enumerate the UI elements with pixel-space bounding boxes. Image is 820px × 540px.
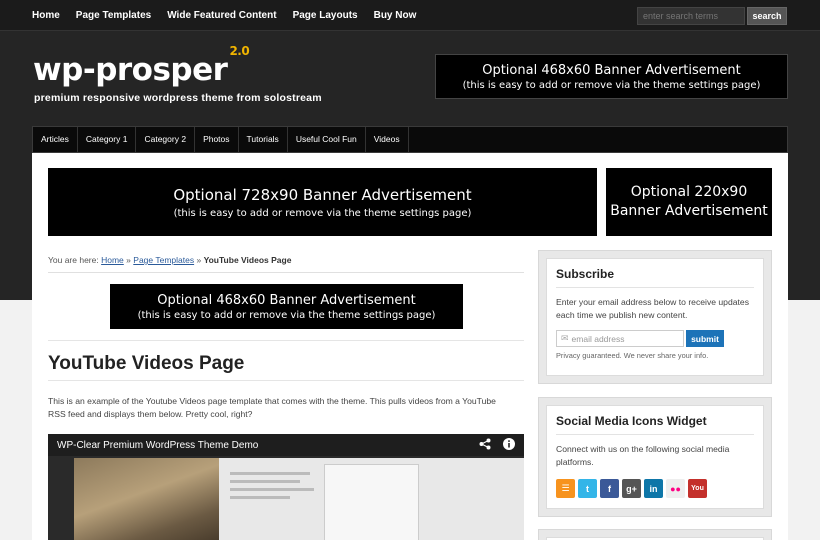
banner-728-line2: (this is easy to add or remove via the t… xyxy=(173,207,472,219)
banner-220-ad[interactable]: Optional 220x90 Banner Advertisement xyxy=(606,168,772,236)
top-nav-page-templates[interactable]: Page Templates xyxy=(76,10,151,21)
top-bar: Home Page Templates Wide Featured Conten… xyxy=(0,0,820,31)
top-nav-page-layouts[interactable]: Page Layouts xyxy=(293,10,358,21)
subscribe-title: Subscribe xyxy=(556,267,754,288)
top-nav: Home Page Templates Wide Featured Conten… xyxy=(32,0,432,31)
subscribe-text: Enter your email address below to receiv… xyxy=(556,297,749,320)
logo-version: 2.0 xyxy=(229,43,250,58)
social-media-widget: Social Media Icons Widget Connect with u… xyxy=(538,397,772,517)
site-logo[interactable]: wp-prosper2.0 xyxy=(33,45,250,88)
page-title: YouTube Videos Page xyxy=(48,340,524,381)
social-widget-title: Social Media Icons Widget xyxy=(556,414,754,435)
cat-nav-videos[interactable]: Videos xyxy=(366,127,409,152)
video-thumbnail xyxy=(74,458,524,540)
email-placeholder: email address xyxy=(571,333,625,344)
video-player[interactable]: WP-Clear Premium WordPress Theme Demo xyxy=(48,434,524,540)
thumbnail-text-line xyxy=(230,472,310,475)
sidebar-widget xyxy=(538,529,772,540)
breadcrumb-home[interactable]: Home xyxy=(101,255,124,265)
youtube-icon[interactable]: You xyxy=(688,479,707,498)
banner-468-line2: (this is easy to add or remove via the t… xyxy=(137,309,436,321)
flickr-icon[interactable]: ●● xyxy=(666,479,685,498)
banner-468-ad[interactable]: Optional 468x60 Banner Advertisement (th… xyxy=(110,284,463,329)
video-title-bar: WP-Clear Premium WordPress Theme Demo xyxy=(48,434,524,456)
share-icon[interactable] xyxy=(479,438,491,453)
logo-text: wp-prosper xyxy=(33,52,228,88)
top-nav-buy-now[interactable]: Buy Now xyxy=(374,10,417,21)
thumbnail-sidebar xyxy=(324,464,419,540)
header-banner-line2: (this is easy to add or remove via the t… xyxy=(462,79,761,91)
rss-icon[interactable]: ☰ xyxy=(556,479,575,498)
search-button[interactable]: search xyxy=(747,7,787,25)
social-icons-row: ☰ t f g+ in ●● You xyxy=(556,479,754,498)
top-nav-wide-featured[interactable]: Wide Featured Content xyxy=(167,10,276,21)
banner-728-line1: Optional 728x90 Banner Advertisement xyxy=(173,185,472,204)
banner-220-line2: Banner Advertisement xyxy=(610,203,768,219)
linkedin-icon[interactable]: in xyxy=(644,479,663,498)
breadcrumb-separator: » xyxy=(196,255,202,265)
category-nav: Articles Category 1 Category 2 Photos Tu… xyxy=(32,126,788,153)
search-form: search xyxy=(637,7,787,25)
breadcrumb-separator: » xyxy=(126,255,131,265)
search-input[interactable] xyxy=(637,7,745,25)
breadcrumb-prefix: You are here: xyxy=(48,255,99,265)
breadcrumb: You are here: Home » Page Templates » Yo… xyxy=(48,255,524,273)
page-intro: This is an example of the Youtube Videos… xyxy=(48,396,496,419)
subscribe-widget: Subscribe Enter your email address below… xyxy=(538,250,772,384)
header-banner-ad[interactable]: Optional 468x60 Banner Advertisement (th… xyxy=(435,54,788,99)
header-banner-line1: Optional 468x60 Banner Advertisement xyxy=(482,62,741,78)
cat-nav-category-1[interactable]: Category 1 xyxy=(78,127,137,152)
info-icon[interactable] xyxy=(503,437,515,453)
thumbnail-text-line xyxy=(230,488,314,491)
banner-728-ad[interactable]: Optional 728x90 Banner Advertisement (th… xyxy=(48,168,597,236)
top-nav-home[interactable]: Home xyxy=(32,10,60,21)
email-field[interactable]: ✉ email address xyxy=(556,330,684,347)
cat-nav-photos[interactable]: Photos xyxy=(195,127,239,152)
social-widget-text: Connect with us on the following social … xyxy=(556,444,730,467)
cat-nav-tutorials[interactable]: Tutorials xyxy=(239,127,288,152)
site-tagline: premium responsive wordpress theme from … xyxy=(34,92,322,104)
video-title[interactable]: WP-Clear Premium WordPress Theme Demo xyxy=(57,440,467,451)
facebook-icon[interactable]: f xyxy=(600,479,619,498)
breadcrumb-page-templates[interactable]: Page Templates xyxy=(133,255,194,265)
subscribe-form: ✉ email address submit xyxy=(556,330,754,347)
google-plus-icon[interactable]: g+ xyxy=(622,479,641,498)
cat-nav-category-2[interactable]: Category 2 xyxy=(136,127,196,152)
twitter-icon[interactable]: t xyxy=(578,479,597,498)
cat-nav-articles[interactable]: Articles xyxy=(33,127,78,152)
breadcrumb-current: YouTube Videos Page xyxy=(203,255,292,265)
privacy-note: Privacy guaranteed. We never share your … xyxy=(556,351,709,360)
banner-468-line1: Optional 468x60 Banner Advertisement xyxy=(157,292,416,308)
banner-220-line1: Optional 220x90 xyxy=(630,184,748,200)
thumbnail-text-line xyxy=(230,496,290,499)
thumbnail-text-line xyxy=(230,480,300,483)
envelope-icon: ✉ xyxy=(561,333,569,343)
thumbnail-photo xyxy=(74,458,219,540)
cat-nav-useful-cool-fun[interactable]: Useful Cool Fun xyxy=(288,127,366,152)
subscribe-button[interactable]: submit xyxy=(686,330,724,347)
